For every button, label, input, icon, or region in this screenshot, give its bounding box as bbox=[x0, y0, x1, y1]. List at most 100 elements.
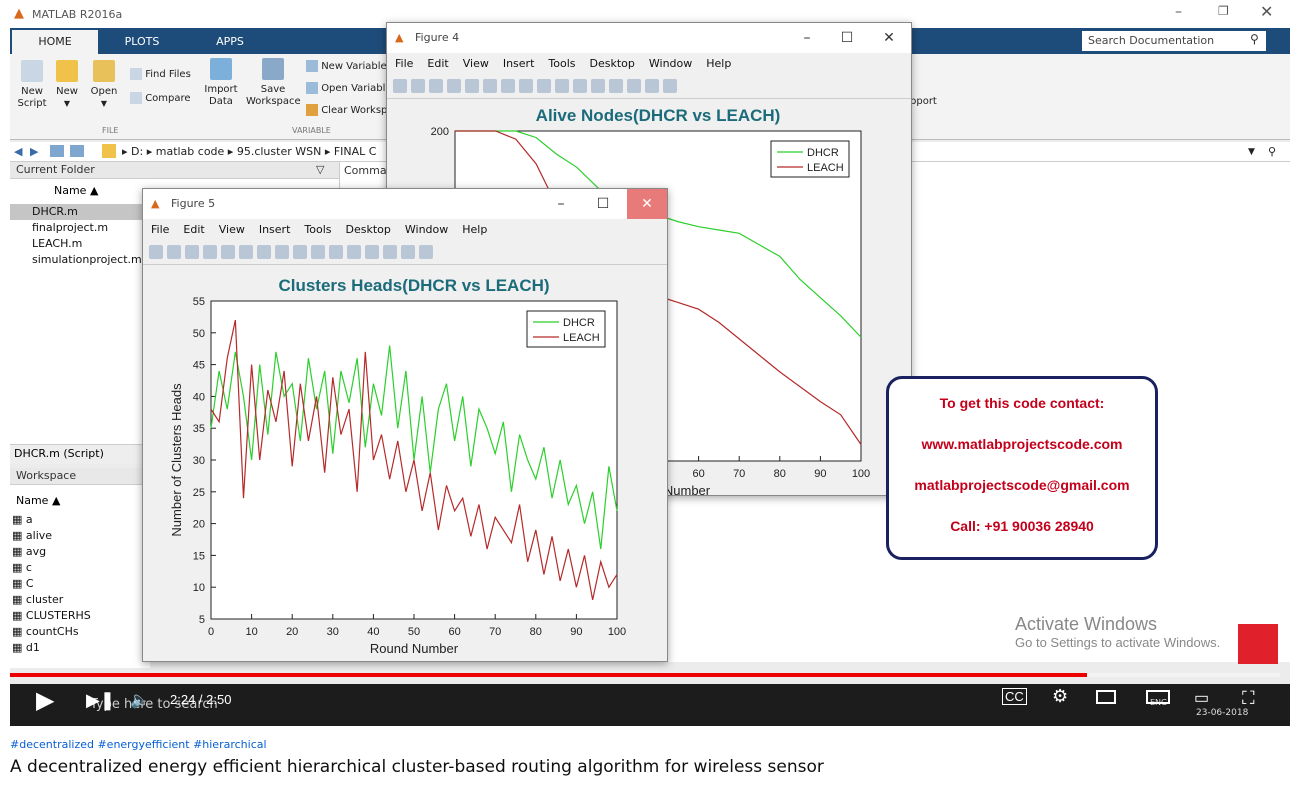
list-item[interactable]: ▦ countCHs bbox=[12, 624, 150, 640]
new-figure-icon[interactable] bbox=[393, 79, 407, 93]
minimize-icon[interactable]: – bbox=[1175, 4, 1182, 20]
video-progress-bar[interactable] bbox=[10, 673, 1280, 677]
play-icon[interactable]: ▶ bbox=[36, 686, 54, 715]
cluster-heads-chart[interactable]: Clusters Heads(DHCR vs LEACH) 0 10 20 30 40 50… bbox=[143, 265, 667, 661]
menu-tools[interactable]: Tools bbox=[304, 219, 331, 241]
import-data-button[interactable]: Import Data bbox=[204, 58, 238, 108]
pan-icon[interactable] bbox=[519, 79, 533, 93]
close-icon[interactable]: ✕ bbox=[869, 23, 909, 53]
print-icon[interactable] bbox=[447, 79, 461, 93]
miniplayer-icon[interactable] bbox=[1096, 690, 1116, 704]
brush-icon[interactable] bbox=[573, 79, 587, 93]
save-icon[interactable] bbox=[185, 245, 199, 259]
forward-icon[interactable]: ▶ bbox=[30, 142, 38, 162]
data-cursor-icon[interactable] bbox=[555, 79, 569, 93]
figure-5-window[interactable]: ▲ Figure 5 – ☐ ✕ File Edit View Insert T… bbox=[142, 188, 668, 662]
back-icon[interactable]: ◀ bbox=[14, 142, 22, 162]
menu-window[interactable]: Window bbox=[649, 53, 692, 75]
crumb-cluster-wsn[interactable]: 95.cluster WSN bbox=[237, 145, 322, 158]
close-icon[interactable]: ✕ bbox=[1260, 2, 1273, 21]
menu-help[interactable]: Help bbox=[462, 219, 487, 241]
video-frame[interactable]: ▲ MATLAB R2016a – ❐ ✕ HOME PLOTS APPS Se… bbox=[10, 0, 1290, 726]
list-item[interactable]: ▦ avg bbox=[12, 544, 150, 560]
breadcrumb[interactable]: ▸ D: ▸ matlab code ▸ 95.cluster WSN ▸ FI… bbox=[122, 142, 376, 162]
pointer-icon[interactable] bbox=[465, 79, 479, 93]
up-folder-icon[interactable] bbox=[50, 145, 64, 157]
tab-plots[interactable]: PLOTS bbox=[110, 30, 174, 54]
menu-tools[interactable]: Tools bbox=[548, 53, 575, 75]
pan-icon[interactable] bbox=[275, 245, 289, 259]
address-search-icon[interactable]: ⚲ bbox=[1268, 142, 1276, 162]
panel-menu-icon[interactable]: ▽ bbox=[316, 162, 324, 178]
crumb-matlab-code[interactable]: matlab code bbox=[156, 145, 225, 158]
zoom-out-icon[interactable] bbox=[257, 245, 271, 259]
maximize-icon[interactable]: ☐ bbox=[583, 189, 623, 219]
menu-help[interactable]: Help bbox=[706, 53, 731, 75]
minimize-icon[interactable]: – bbox=[787, 23, 827, 53]
search-icon[interactable]: ⚲ bbox=[1250, 32, 1259, 46]
restore-icon[interactable]: ❐ bbox=[1218, 4, 1229, 18]
open-button[interactable]: Open ▼ bbox=[90, 60, 118, 110]
link-icon[interactable] bbox=[591, 79, 605, 93]
close-icon[interactable]: ✕ bbox=[627, 189, 667, 219]
new-figure-icon[interactable] bbox=[149, 245, 163, 259]
captions-icon[interactable]: CC bbox=[1002, 688, 1027, 705]
fullscreen-icon[interactable]: ⛶ bbox=[1242, 688, 1255, 709]
new-script-button[interactable]: New Script bbox=[14, 60, 50, 110]
crumb-drive[interactable]: D: bbox=[131, 145, 143, 158]
browse-icon[interactable] bbox=[70, 145, 84, 157]
rotate-icon[interactable] bbox=[293, 245, 307, 259]
new-button[interactable]: New ▼ bbox=[54, 60, 80, 110]
list-item[interactable]: ▦ c bbox=[12, 560, 150, 576]
menu-edit[interactable]: Edit bbox=[427, 53, 448, 75]
print-icon[interactable] bbox=[203, 245, 217, 259]
address-dropdown-icon[interactable]: ▼ bbox=[1248, 142, 1255, 162]
list-item[interactable]: finalproject.m bbox=[10, 220, 150, 236]
next-icon[interactable]: ▶❚ bbox=[86, 690, 115, 711]
brush-icon[interactable] bbox=[329, 245, 343, 259]
rotate-icon[interactable] bbox=[537, 79, 551, 93]
tab-home[interactable]: HOME bbox=[12, 30, 98, 54]
new-variable-button[interactable]: New Variable bbox=[306, 60, 390, 73]
theater-icon[interactable] bbox=[1146, 690, 1170, 704]
clear-workspace-button[interactable]: Clear Workspace bbox=[306, 104, 390, 117]
open-icon[interactable] bbox=[167, 245, 181, 259]
list-item[interactable]: ▦ alive bbox=[12, 528, 150, 544]
list-item[interactable]: ▦ C bbox=[12, 576, 150, 592]
video-hashtags[interactable]: #decentralized #energyefficient #hierarc… bbox=[10, 738, 267, 751]
open-icon[interactable] bbox=[411, 79, 425, 93]
menu-view[interactable]: View bbox=[463, 53, 489, 75]
show-tools-icon[interactable] bbox=[663, 79, 677, 93]
pointer-icon[interactable] bbox=[221, 245, 235, 259]
menu-desktop[interactable]: Desktop bbox=[590, 53, 635, 75]
menu-window[interactable]: Window bbox=[405, 219, 448, 241]
hide-tools-icon[interactable] bbox=[401, 245, 415, 259]
legend-icon[interactable] bbox=[383, 245, 397, 259]
menu-file[interactable]: File bbox=[395, 53, 413, 75]
save-workspace-button[interactable]: Save Workspace bbox=[246, 58, 301, 108]
cast-icon[interactable]: ▭ bbox=[1194, 688, 1209, 708]
show-tools-icon[interactable] bbox=[419, 245, 433, 259]
menu-desktop[interactable]: Desktop bbox=[346, 219, 391, 241]
search-documentation-input[interactable]: Search Documentation bbox=[1082, 31, 1266, 51]
find-files-button[interactable]: Find Files bbox=[130, 68, 202, 81]
colorbar-icon[interactable] bbox=[609, 79, 623, 93]
volume-icon[interactable]: 🔈 bbox=[130, 690, 150, 710]
data-cursor-icon[interactable] bbox=[311, 245, 325, 259]
list-item[interactable]: DHCR.m bbox=[10, 204, 150, 220]
list-item[interactable]: ▦ CLUSTERHS bbox=[12, 608, 150, 624]
tab-apps[interactable]: APPS bbox=[198, 30, 262, 54]
workspace-name-column[interactable]: Name ▲ bbox=[16, 494, 60, 507]
link-icon[interactable] bbox=[347, 245, 361, 259]
menu-insert[interactable]: Insert bbox=[503, 53, 535, 75]
zoom-in-icon[interactable] bbox=[239, 245, 253, 259]
menu-insert[interactable]: Insert bbox=[259, 219, 291, 241]
name-column-header[interactable]: Name ▲ bbox=[54, 184, 98, 197]
legend-icon[interactable] bbox=[627, 79, 641, 93]
crumb-final[interactable]: FINAL C bbox=[334, 145, 377, 158]
minimize-icon[interactable]: – bbox=[541, 189, 581, 219]
menu-view[interactable]: View bbox=[219, 219, 245, 241]
menu-file[interactable]: File bbox=[151, 219, 169, 241]
hide-tools-icon[interactable] bbox=[645, 79, 659, 93]
contact-email[interactable]: matlabprojectscode@gmail.com bbox=[889, 465, 1155, 506]
